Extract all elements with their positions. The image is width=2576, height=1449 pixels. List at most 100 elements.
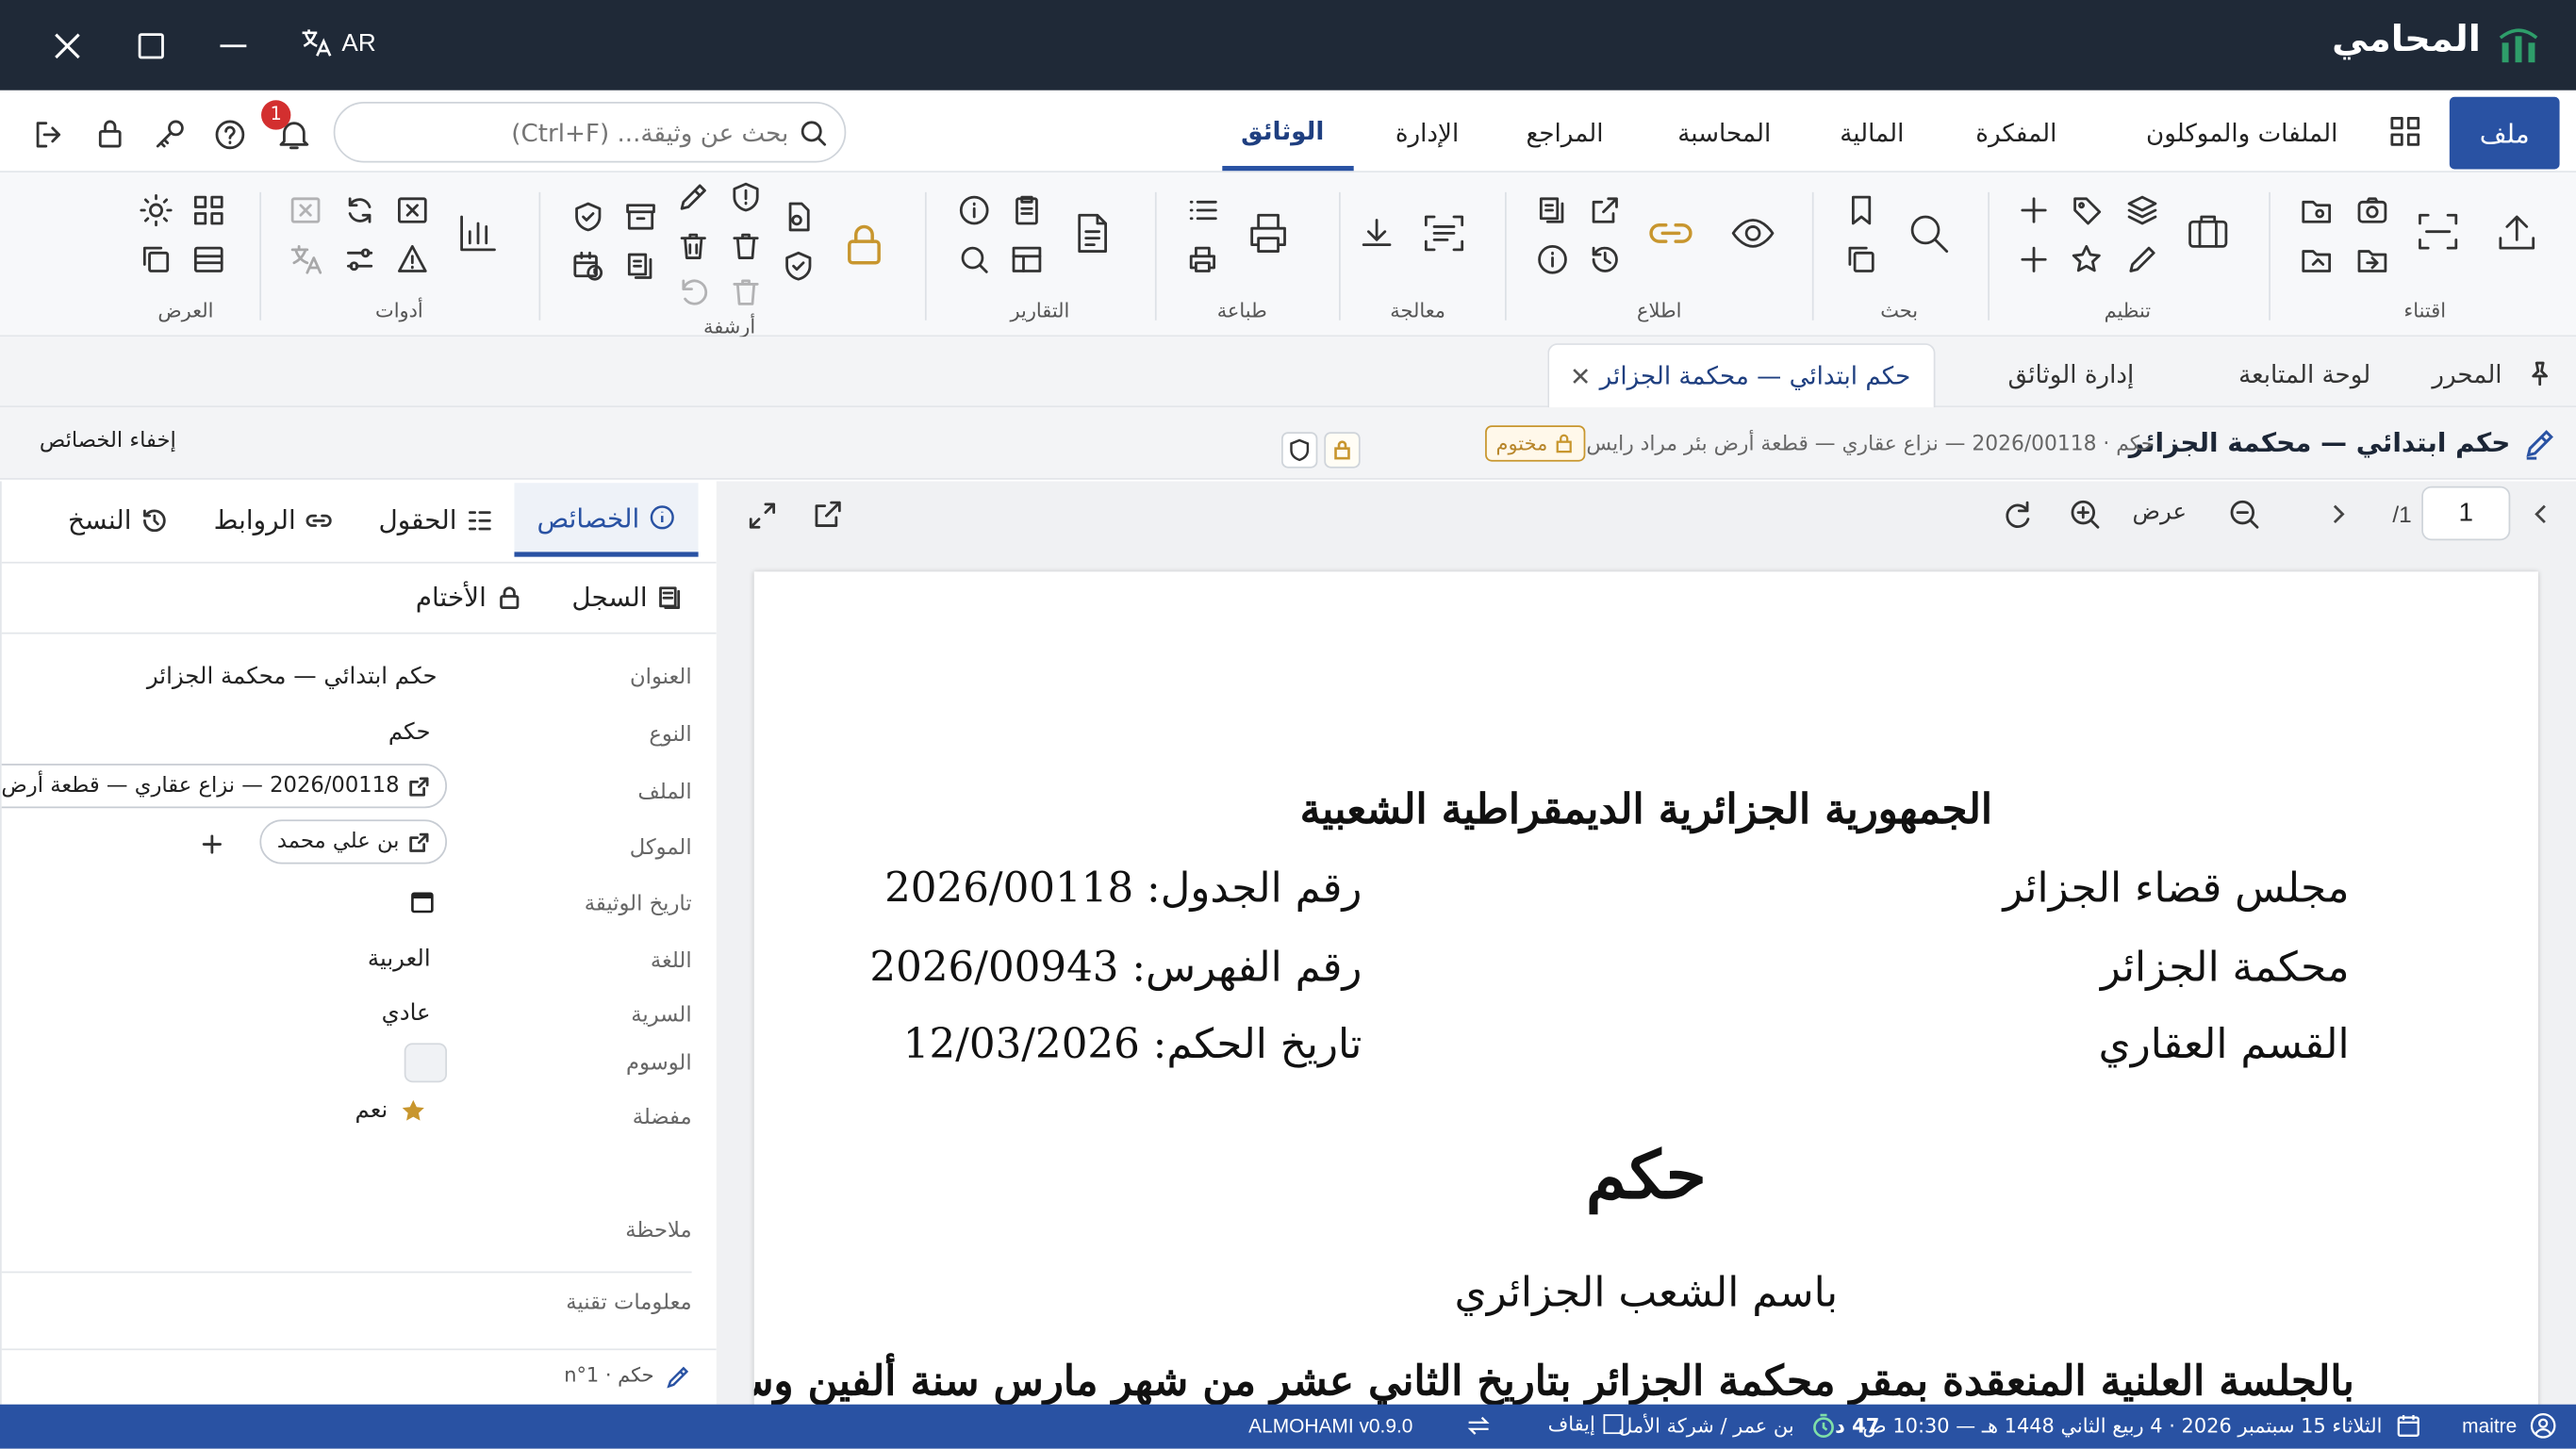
clipboard-icon[interactable]: [1011, 194, 1044, 227]
page-number-input[interactable]: 1: [2421, 486, 2511, 541]
fullscreen-icon[interactable]: [746, 500, 779, 533]
props-subtab-register[interactable]: السجل: [571, 582, 684, 613]
seal-status-icon[interactable]: [1324, 432, 1361, 469]
camera-icon[interactable]: [2356, 194, 2389, 227]
stop-timer-button[interactable]: إيقاف: [1548, 1412, 1624, 1436]
pin-icon[interactable]: [2527, 360, 2553, 387]
archive-file-icon[interactable]: [782, 201, 815, 234]
list-view-icon[interactable]: [192, 243, 225, 276]
plus-icon[interactable]: [2018, 194, 2051, 227]
register-icon[interactable]: [1536, 194, 1569, 227]
warning-icon[interactable]: [396, 243, 429, 276]
menu-references[interactable]: المراجع: [1526, 118, 1603, 147]
register-stamp-icon[interactable]: [624, 250, 657, 283]
close-tab-icon[interactable]: [1569, 365, 1592, 387]
tab-editor[interactable]: المحرر: [2432, 360, 2502, 389]
zoom-in-icon[interactable]: [2069, 498, 2102, 531]
copy-icon[interactable]: [1845, 243, 1878, 276]
props-tab-properties[interactable]: الخصائص: [514, 483, 699, 557]
info-circle-icon[interactable]: [958, 194, 991, 227]
date-picker-icon[interactable]: [411, 890, 434, 914]
layers-icon[interactable]: [2126, 194, 2159, 227]
tab-dashboard[interactable]: لوحة المتابعة: [2238, 360, 2370, 389]
menu-finance[interactable]: المالية: [1840, 118, 1904, 147]
pencil-icon[interactable]: [2126, 243, 2159, 276]
print-small-icon[interactable]: [1186, 243, 1219, 276]
tag-icon[interactable]: [2070, 194, 2103, 227]
briefcase-icon[interactable]: [2185, 208, 2231, 255]
menu-agenda[interactable]: المفكرة: [1975, 118, 2056, 147]
sliders-icon[interactable]: [343, 243, 376, 276]
search-box[interactable]: [333, 102, 847, 163]
prop-value-type[interactable]: حكم: [388, 719, 431, 746]
import-icon[interactable]: [2356, 243, 2389, 276]
ocr-icon[interactable]: [1421, 210, 1467, 256]
add-client-icon[interactable]: [201, 832, 223, 855]
menu-administration[interactable]: الإدارة: [1395, 118, 1459, 147]
folder-search-icon[interactable]: [2300, 194, 2333, 227]
prev-page-icon[interactable]: [2326, 502, 2349, 525]
minimize-button[interactable]: [214, 29, 254, 62]
logout-icon[interactable]: [33, 118, 66, 151]
favorite-star-icon[interactable]: [399, 1097, 427, 1126]
language-switch[interactable]: AR: [299, 26, 376, 59]
key-icon[interactable]: [153, 118, 186, 151]
maximize-button[interactable]: [131, 29, 171, 62]
search-large-icon[interactable]: [1906, 210, 1952, 256]
eye-icon[interactable]: [1730, 210, 1776, 256]
shield-alert-icon[interactable]: [730, 181, 763, 214]
report-icon[interactable]: [1069, 210, 1115, 256]
delete-icon[interactable]: [677, 230, 710, 263]
duplicate-icon[interactable]: [140, 243, 173, 276]
rotate-icon[interactable]: [2001, 498, 2034, 531]
menu-documents[interactable]: الوثائق: [1241, 117, 1324, 146]
edit-pen-icon[interactable]: [2523, 427, 2556, 460]
hide-properties-button[interactable]: إخفاء الخصائص: [40, 429, 176, 453]
excel-icon[interactable]: [396, 194, 429, 227]
list-icon[interactable]: [1186, 194, 1219, 227]
shield-verify-icon[interactable]: [571, 201, 604, 234]
next-page-icon[interactable]: [2530, 502, 2552, 525]
link-icon[interactable]: [1648, 210, 1694, 256]
props-tab-fields[interactable]: الحقول: [378, 504, 492, 535]
add-icon[interactable]: [2018, 243, 2051, 276]
shield-status-icon[interactable]: [1281, 432, 1318, 469]
magnifier-icon[interactable]: [958, 243, 991, 276]
open-external-icon[interactable]: [812, 498, 845, 531]
shield-check-icon[interactable]: [782, 250, 815, 283]
calendar-clock-icon[interactable]: [571, 250, 604, 283]
help-icon[interactable]: [214, 118, 247, 151]
apps-grid-icon[interactable]: [2390, 117, 2420, 146]
scan-icon[interactable]: [2415, 208, 2461, 255]
table-icon[interactable]: [1011, 243, 1044, 276]
menu-accounting[interactable]: المحاسبة: [1677, 118, 1771, 147]
prop-client-chip[interactable]: بن علي محمد: [258, 819, 447, 864]
pen-icon[interactable]: [677, 181, 710, 214]
upload-icon[interactable]: [2494, 208, 2540, 255]
folder-move-icon[interactable]: [2300, 243, 2333, 276]
refresh-icon[interactable]: [343, 194, 376, 227]
sun-icon[interactable]: [140, 193, 173, 227]
sync-icon[interactable]: [1465, 1412, 1492, 1439]
status-user[interactable]: maitre: [2462, 1414, 2517, 1437]
menu-files-clients[interactable]: الملفات والموكلون: [2146, 118, 2337, 147]
download-icon[interactable]: [1359, 215, 1395, 251]
chart-icon[interactable]: [455, 210, 502, 256]
prop-file-chip[interactable]: 2026/00118 — نزاع عقاري — قطعة أرض: [1, 764, 447, 809]
fit-width-button[interactable]: عرض: [2133, 500, 2188, 526]
search-input[interactable]: [377, 113, 789, 154]
prop-value-confidentiality[interactable]: عادي: [382, 1000, 431, 1027]
tab-active-document[interactable]: حكم ابتدائي — محكمة الجزائر: [1547, 343, 1936, 409]
lock-icon[interactable]: [93, 117, 126, 150]
history-icon[interactable]: [1589, 243, 1622, 276]
seal-lock-icon[interactable]: [841, 222, 887, 268]
tags-input[interactable]: [404, 1043, 447, 1083]
external-link-icon[interactable]: [1589, 194, 1622, 227]
trash-icon[interactable]: [730, 230, 763, 263]
file-menu-button[interactable]: ملف: [2449, 96, 2560, 170]
printer-icon[interactable]: [1246, 210, 1292, 256]
archive-box-icon[interactable]: [624, 201, 657, 234]
zoom-out-icon[interactable]: [2228, 498, 2261, 531]
props-subtab-seals[interactable]: الأختام: [416, 582, 522, 613]
prop-value-title[interactable]: حكم ابتدائي — محكمة الجزائر: [147, 664, 438, 690]
